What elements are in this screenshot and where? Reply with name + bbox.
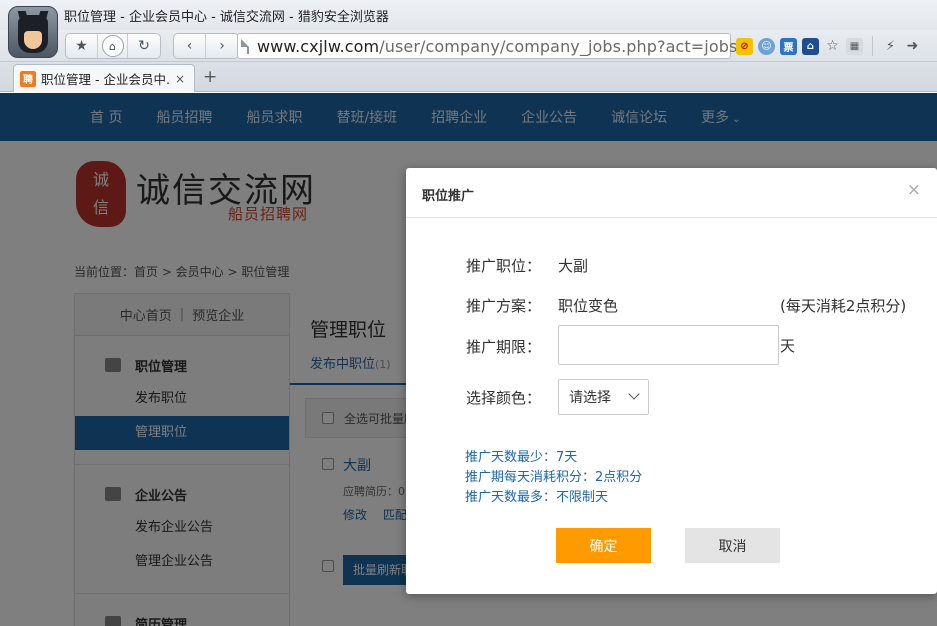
forward-icon[interactable]: › — [206, 34, 238, 58]
toolbar-divider — [872, 36, 873, 56]
url-host: www.cxjlw.com — [257, 36, 380, 56]
job-value: 大副 — [558, 257, 589, 275]
browser-titlebar: 职位管理 - 企业会员中心 - 诚信交流网 - 猎豹安全浏览器 — [0, 0, 937, 30]
plan-label: 推广方案： — [466, 297, 542, 315]
window-title: 职位管理 - 企业会员中心 - 诚信交流网 - 猎豹安全浏览器 — [64, 10, 389, 25]
extension-tray: ⊘ ☺ 票 ⌂ ☆ ▦ ⚡ ➜ — [736, 36, 921, 56]
home-button[interactable]: ⌂ — [98, 34, 128, 58]
color-label: 选择颜色： — [466, 389, 542, 407]
back-icon[interactable]: ‹ — [174, 34, 206, 58]
page-icon — [241, 38, 249, 54]
tab-favicon: 聘 — [20, 70, 36, 87]
chevron-down-icon — [628, 388, 640, 400]
lightning-icon[interactable]: ⚡ — [882, 38, 899, 55]
address-bar[interactable]: www.cxjlw.com/user/company/company_jobs.… — [237, 33, 737, 59]
chat-icon[interactable]: ☺ — [758, 37, 775, 55]
plan-value: 职位变色 — [558, 297, 619, 315]
star-icon[interactable]: ★ — [66, 34, 98, 58]
favorites-icon[interactable]: ☆ — [824, 38, 841, 55]
confirm-button[interactable]: 确定 — [556, 528, 651, 563]
info-daily-cost: 推广期每天消耗积分：2点积分 — [465, 470, 643, 485]
color-select-value: 请选择 — [569, 390, 611, 406]
dialog-header: 职位推广 × — [406, 168, 937, 218]
info-min-days: 推广天数最少：7天 — [465, 450, 578, 465]
url-path: /user/company/company_jobs.php?act=jobs — [379, 36, 738, 56]
tab-label: 职位管理 - 企业会员中... — [41, 72, 171, 87]
days-unit: 天 — [780, 337, 796, 355]
history-group: ‹ › — [173, 33, 239, 59]
cancel-button[interactable]: 取消 — [685, 528, 780, 563]
home-icon: ⌂ — [101, 35, 124, 57]
browser-logo-icon[interactable] — [8, 6, 58, 58]
period-label: 推广期限： — [466, 338, 542, 356]
refresh-icon[interactable]: ↻ — [128, 34, 160, 58]
close-icon[interactable]: × — [907, 180, 921, 200]
color-select[interactable]: 请选择 — [558, 379, 649, 415]
job-label: 推广职位： — [466, 257, 542, 275]
tab-strip: 聘 职位管理 - 企业会员中... × + — [0, 62, 937, 92]
tool-icon[interactable]: ⌂ — [802, 37, 819, 55]
url-text[interactable]: www.cxjlw.com/user/company/company_jobs.… — [257, 37, 737, 56]
tab-close-icon[interactable]: × — [175, 72, 185, 86]
toolbar-left-group: ★ ⌂ ↻ — [65, 33, 161, 59]
ticket-icon[interactable]: 票 — [780, 37, 797, 55]
dialog-title: 职位推广 — [422, 189, 475, 204]
new-tab-button[interactable]: + — [203, 67, 217, 87]
arrow-right-icon[interactable]: ➜ — [904, 38, 921, 55]
promote-job-dialog: 职位推广 × 推广职位： 大副 推广方案： 职位变色 (每天消耗2点积分) 推广… — [406, 168, 937, 594]
info-max-days: 推广天数最多：不限制天 — [465, 490, 609, 505]
plan-cost-note: (每天消耗2点积分) — [780, 297, 907, 315]
tab-job-management[interactable]: 聘 职位管理 - 企业会员中... × — [13, 64, 195, 92]
adblock-icon[interactable]: ⊘ — [736, 37, 753, 55]
qrcode-icon[interactable]: ▦ — [846, 37, 863, 55]
days-input[interactable] — [558, 325, 779, 365]
